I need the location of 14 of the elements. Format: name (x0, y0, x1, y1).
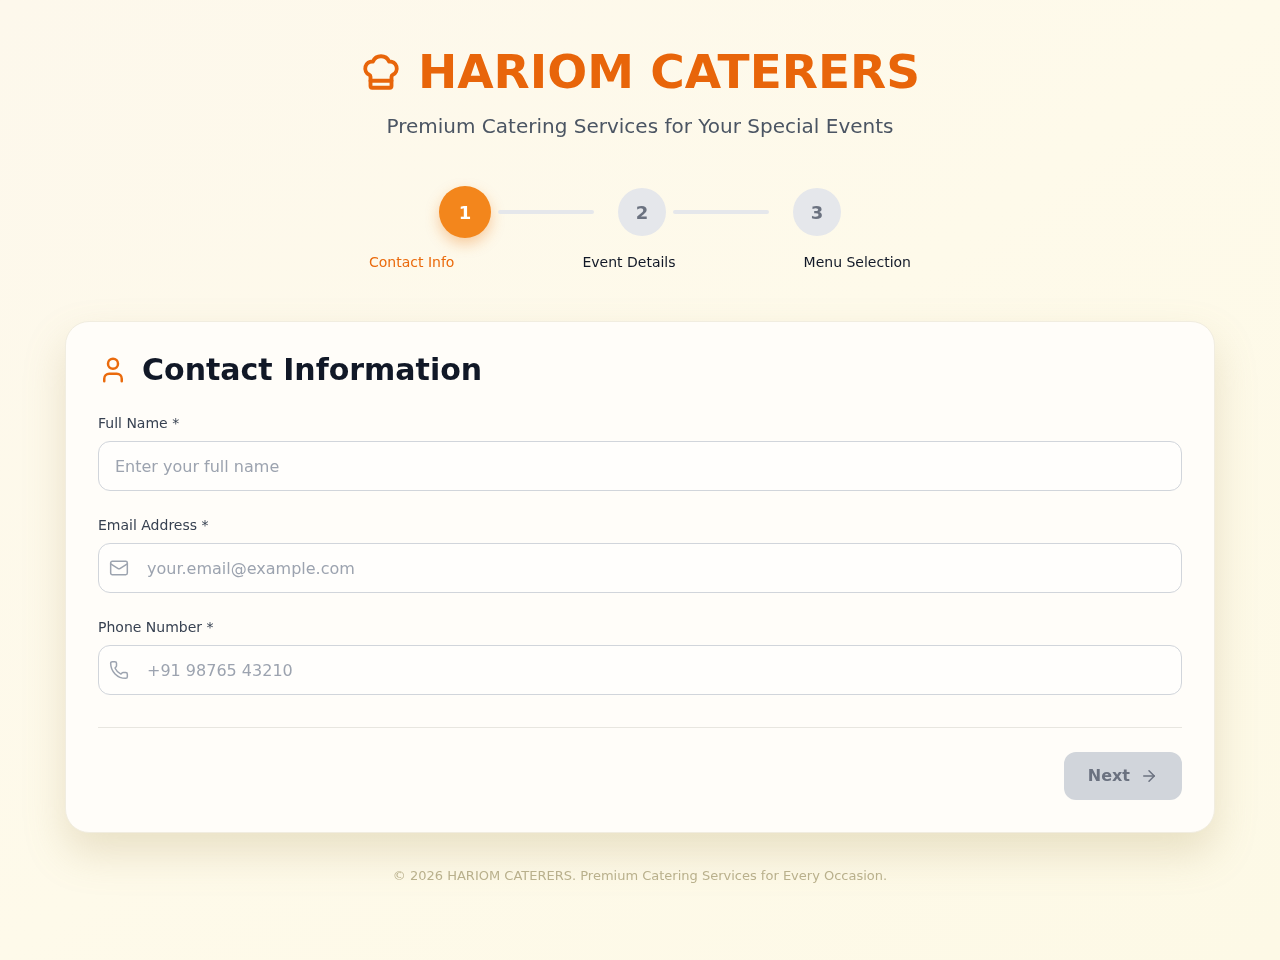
input-field[interactable]: +91 98765 43210 (98, 645, 1182, 695)
step-label: Contact Info (369, 253, 455, 272)
input-field[interactable]: your.email@example.com (98, 543, 1182, 593)
field-label: Full Name * (98, 414, 180, 433)
arrow-right-icon (1140, 767, 1158, 785)
field-label: Email Address * (98, 516, 209, 535)
step-label: Menu Selection (803, 253, 911, 272)
footer-text: © 2026 HARIOM CATERERS. Premium Catering Services for Every Occasion. (392, 867, 888, 885)
form-heading: Contact Information (142, 352, 483, 388)
step-label: Event Details (582, 253, 676, 272)
field-label: Phone Number * (98, 618, 214, 637)
brand-title: HARIOM CATERERS (417, 48, 921, 96)
brand-subtitle: Premium Catering Services for Your Special Events (386, 113, 894, 140)
input-field[interactable]: Enter your full name (98, 441, 1182, 491)
